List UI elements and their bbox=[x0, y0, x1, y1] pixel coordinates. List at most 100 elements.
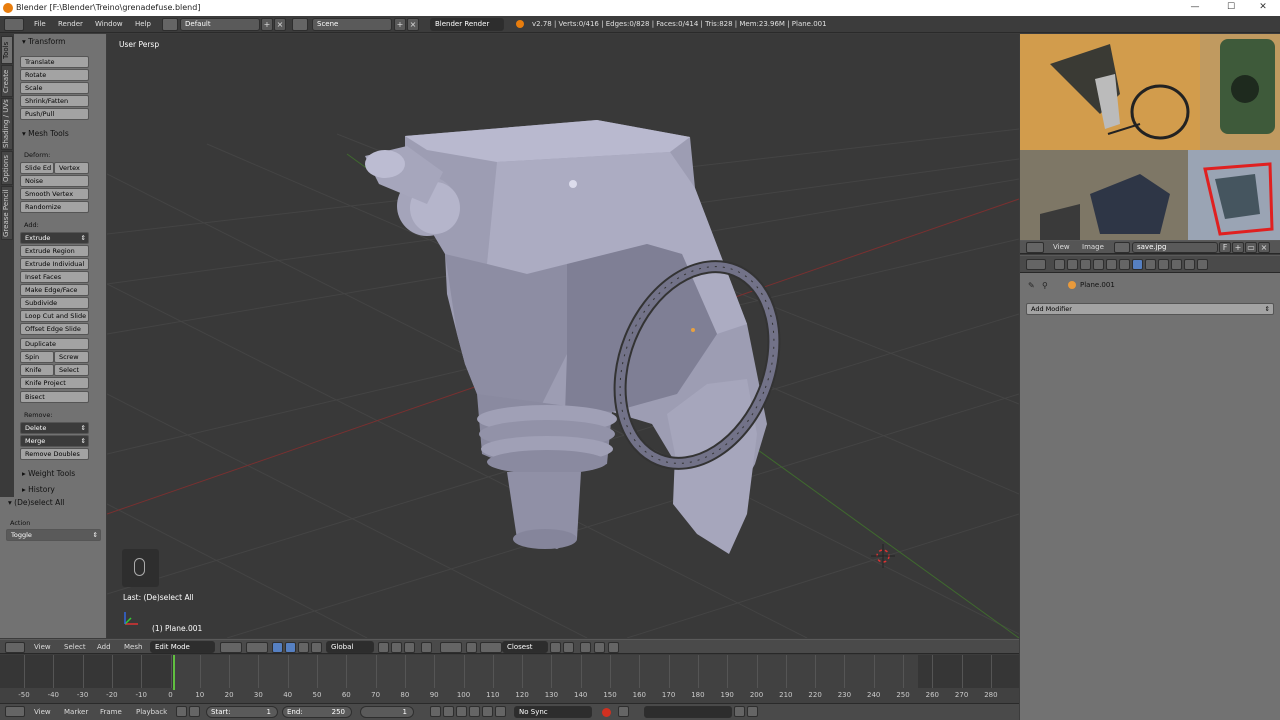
tab-grease-pencil[interactable]: Grease Pencil bbox=[1, 186, 13, 240]
add-scene-button[interactable]: + bbox=[394, 18, 406, 31]
remove-layout-button[interactable]: × bbox=[274, 18, 286, 31]
action-select[interactable]: Toggle ⇕ bbox=[6, 529, 101, 541]
3d-cursor[interactable] bbox=[871, 544, 895, 568]
render-layers-tab-icon[interactable] bbox=[1067, 259, 1078, 270]
menu-window[interactable]: Window bbox=[95, 18, 123, 31]
opengl-render-icon[interactable] bbox=[594, 642, 605, 653]
sync-mode-select[interactable]: No Sync bbox=[514, 706, 592, 718]
frame-menu[interactable]: Frame bbox=[100, 707, 122, 718]
image-name-field[interactable]: save.jpg bbox=[1132, 242, 1218, 253]
knife-select-button[interactable]: Select bbox=[54, 364, 89, 376]
mesh-menu[interactable]: Mesh bbox=[124, 642, 142, 653]
editor-type-info-icon[interactable] bbox=[4, 18, 24, 31]
weight-tools-panel-header[interactable]: ▸ Weight Tools bbox=[22, 469, 75, 478]
add-modifier-select[interactable]: Add Modifier ⇕ bbox=[1026, 303, 1274, 315]
world-tab-icon[interactable] bbox=[1093, 259, 1104, 270]
knife-project-button[interactable]: Knife Project bbox=[20, 377, 89, 389]
remove-doubles-button[interactable]: Remove Doubles bbox=[20, 448, 89, 460]
tab-tools[interactable]: Tools bbox=[1, 36, 13, 64]
scene-tab-icon[interactable] bbox=[1080, 259, 1091, 270]
minimize-button[interactable]: — bbox=[1178, 0, 1212, 16]
face-select-icon[interactable] bbox=[404, 642, 415, 653]
subdivide-button[interactable]: Subdivide bbox=[20, 297, 89, 309]
snap-project-icon[interactable] bbox=[563, 642, 574, 653]
randomize-button[interactable]: Randomize bbox=[20, 201, 89, 213]
editor-type-image-icon[interactable] bbox=[1026, 242, 1044, 253]
image-view-menu[interactable]: View bbox=[1053, 242, 1070, 253]
scale-manipulator-icon[interactable] bbox=[311, 642, 322, 653]
snap-element-icon[interactable] bbox=[480, 642, 502, 653]
close-button[interactable]: ✕ bbox=[1246, 0, 1280, 16]
pin-icon[interactable]: ⚲ bbox=[1042, 281, 1048, 290]
open-image-button[interactable]: ▭ bbox=[1245, 242, 1257, 253]
vertex-select-icon[interactable] bbox=[378, 642, 389, 653]
translate-manipulator-icon[interactable] bbox=[285, 642, 296, 653]
operator-panel-header[interactable]: ▾ (De)select All bbox=[8, 498, 64, 507]
edge-select-icon[interactable] bbox=[391, 642, 402, 653]
duplicate-button[interactable]: Duplicate bbox=[20, 338, 89, 350]
preview-range-icon[interactable] bbox=[176, 706, 187, 717]
knife-button[interactable]: Knife bbox=[20, 364, 54, 376]
texture-tab-icon[interactable] bbox=[1171, 259, 1182, 270]
add-layout-button[interactable]: + bbox=[261, 18, 273, 31]
mesh-tools-panel-header[interactable]: ▾ Mesh Tools bbox=[22, 129, 69, 138]
rotate-button[interactable]: Rotate bbox=[20, 69, 89, 81]
playback-menu[interactable]: Playback bbox=[136, 707, 167, 718]
snap-target-select[interactable]: Closest bbox=[502, 641, 548, 653]
unlink-image-button[interactable]: × bbox=[1258, 242, 1270, 253]
transform-orientation-select[interactable]: Global bbox=[326, 641, 374, 653]
opengl-animation-icon[interactable] bbox=[608, 642, 619, 653]
rotate-manipulator-icon[interactable] bbox=[298, 642, 309, 653]
layout-field[interactable]: Default bbox=[180, 18, 260, 31]
history-panel-header[interactable]: ▸ History bbox=[22, 485, 55, 494]
jump-start-icon[interactable] bbox=[430, 706, 441, 717]
jump-end-icon[interactable] bbox=[495, 706, 506, 717]
scene-icon[interactable] bbox=[292, 18, 308, 31]
record-icon[interactable] bbox=[602, 708, 611, 717]
material-tab-icon[interactable] bbox=[1158, 259, 1169, 270]
insert-keyframe-icon[interactable] bbox=[734, 706, 745, 717]
extrude-region-button[interactable]: Extrude Region bbox=[20, 245, 89, 257]
particles-tab-icon[interactable] bbox=[1184, 259, 1195, 270]
snap-toggle-icon[interactable] bbox=[466, 642, 477, 653]
make-edge-face-button[interactable]: Make Edge/Face bbox=[20, 284, 89, 296]
select-menu[interactable]: Select bbox=[64, 642, 86, 653]
extrude-individual-button[interactable]: Extrude Individual bbox=[20, 258, 89, 270]
bisect-button[interactable]: Bisect bbox=[20, 391, 89, 403]
limit-selection-icon[interactable] bbox=[421, 642, 432, 653]
reference-image[interactable] bbox=[1020, 34, 1280, 240]
menu-help[interactable]: Help bbox=[135, 18, 151, 31]
pivot-point-icon[interactable] bbox=[246, 642, 268, 653]
timeline-view-menu[interactable]: View bbox=[34, 707, 51, 718]
image-browse-icon[interactable] bbox=[1114, 242, 1130, 253]
viewport-shading-icon[interactable] bbox=[220, 642, 242, 653]
maximize-button[interactable]: ☐ bbox=[1214, 0, 1248, 16]
merge-dropdown[interactable]: Merge ⇕ bbox=[20, 435, 89, 447]
loop-cut-slide-button[interactable]: Loop Cut and Slide bbox=[20, 310, 89, 322]
snap-align-icon[interactable] bbox=[550, 642, 561, 653]
add-menu[interactable]: Add bbox=[97, 642, 111, 653]
noise-button[interactable]: Noise bbox=[20, 175, 89, 187]
editor-type-timeline-icon[interactable] bbox=[5, 706, 25, 717]
render-tab-icon[interactable] bbox=[1054, 259, 1065, 270]
play-icon[interactable] bbox=[469, 706, 480, 717]
data-tab-icon[interactable] bbox=[1145, 259, 1156, 270]
screen-layout-icon[interactable] bbox=[162, 18, 178, 31]
keying-set-field[interactable] bbox=[644, 706, 732, 718]
tab-options[interactable]: Options bbox=[1, 151, 13, 185]
delete-dropdown[interactable]: Delete ⇕ bbox=[20, 422, 89, 434]
3d-viewport[interactable]: User Persp Last: (De)select All (1) Plan… bbox=[107, 34, 1019, 638]
menu-render[interactable]: Render bbox=[58, 18, 83, 31]
tab-shading-uvs[interactable]: Shading / UVs bbox=[1, 98, 13, 150]
push-pull-button[interactable]: Push/Pull bbox=[20, 108, 89, 120]
jump-keyframe-back-icon[interactable] bbox=[443, 706, 454, 717]
fake-user-button[interactable]: F bbox=[1219, 242, 1231, 253]
slide-edge-button[interactable]: Slide Ed bbox=[20, 162, 54, 174]
play-reverse-icon[interactable] bbox=[456, 706, 467, 717]
extrude-dropdown[interactable]: Extrude ⇕ bbox=[20, 232, 89, 244]
slide-vertex-button[interactable]: Vertex bbox=[54, 162, 89, 174]
smooth-vertex-button[interactable]: Smooth Vertex bbox=[20, 188, 89, 200]
current-frame-marker[interactable] bbox=[173, 655, 176, 690]
remove-scene-button[interactable]: × bbox=[407, 18, 419, 31]
editor-type-3d-icon[interactable] bbox=[5, 642, 25, 653]
